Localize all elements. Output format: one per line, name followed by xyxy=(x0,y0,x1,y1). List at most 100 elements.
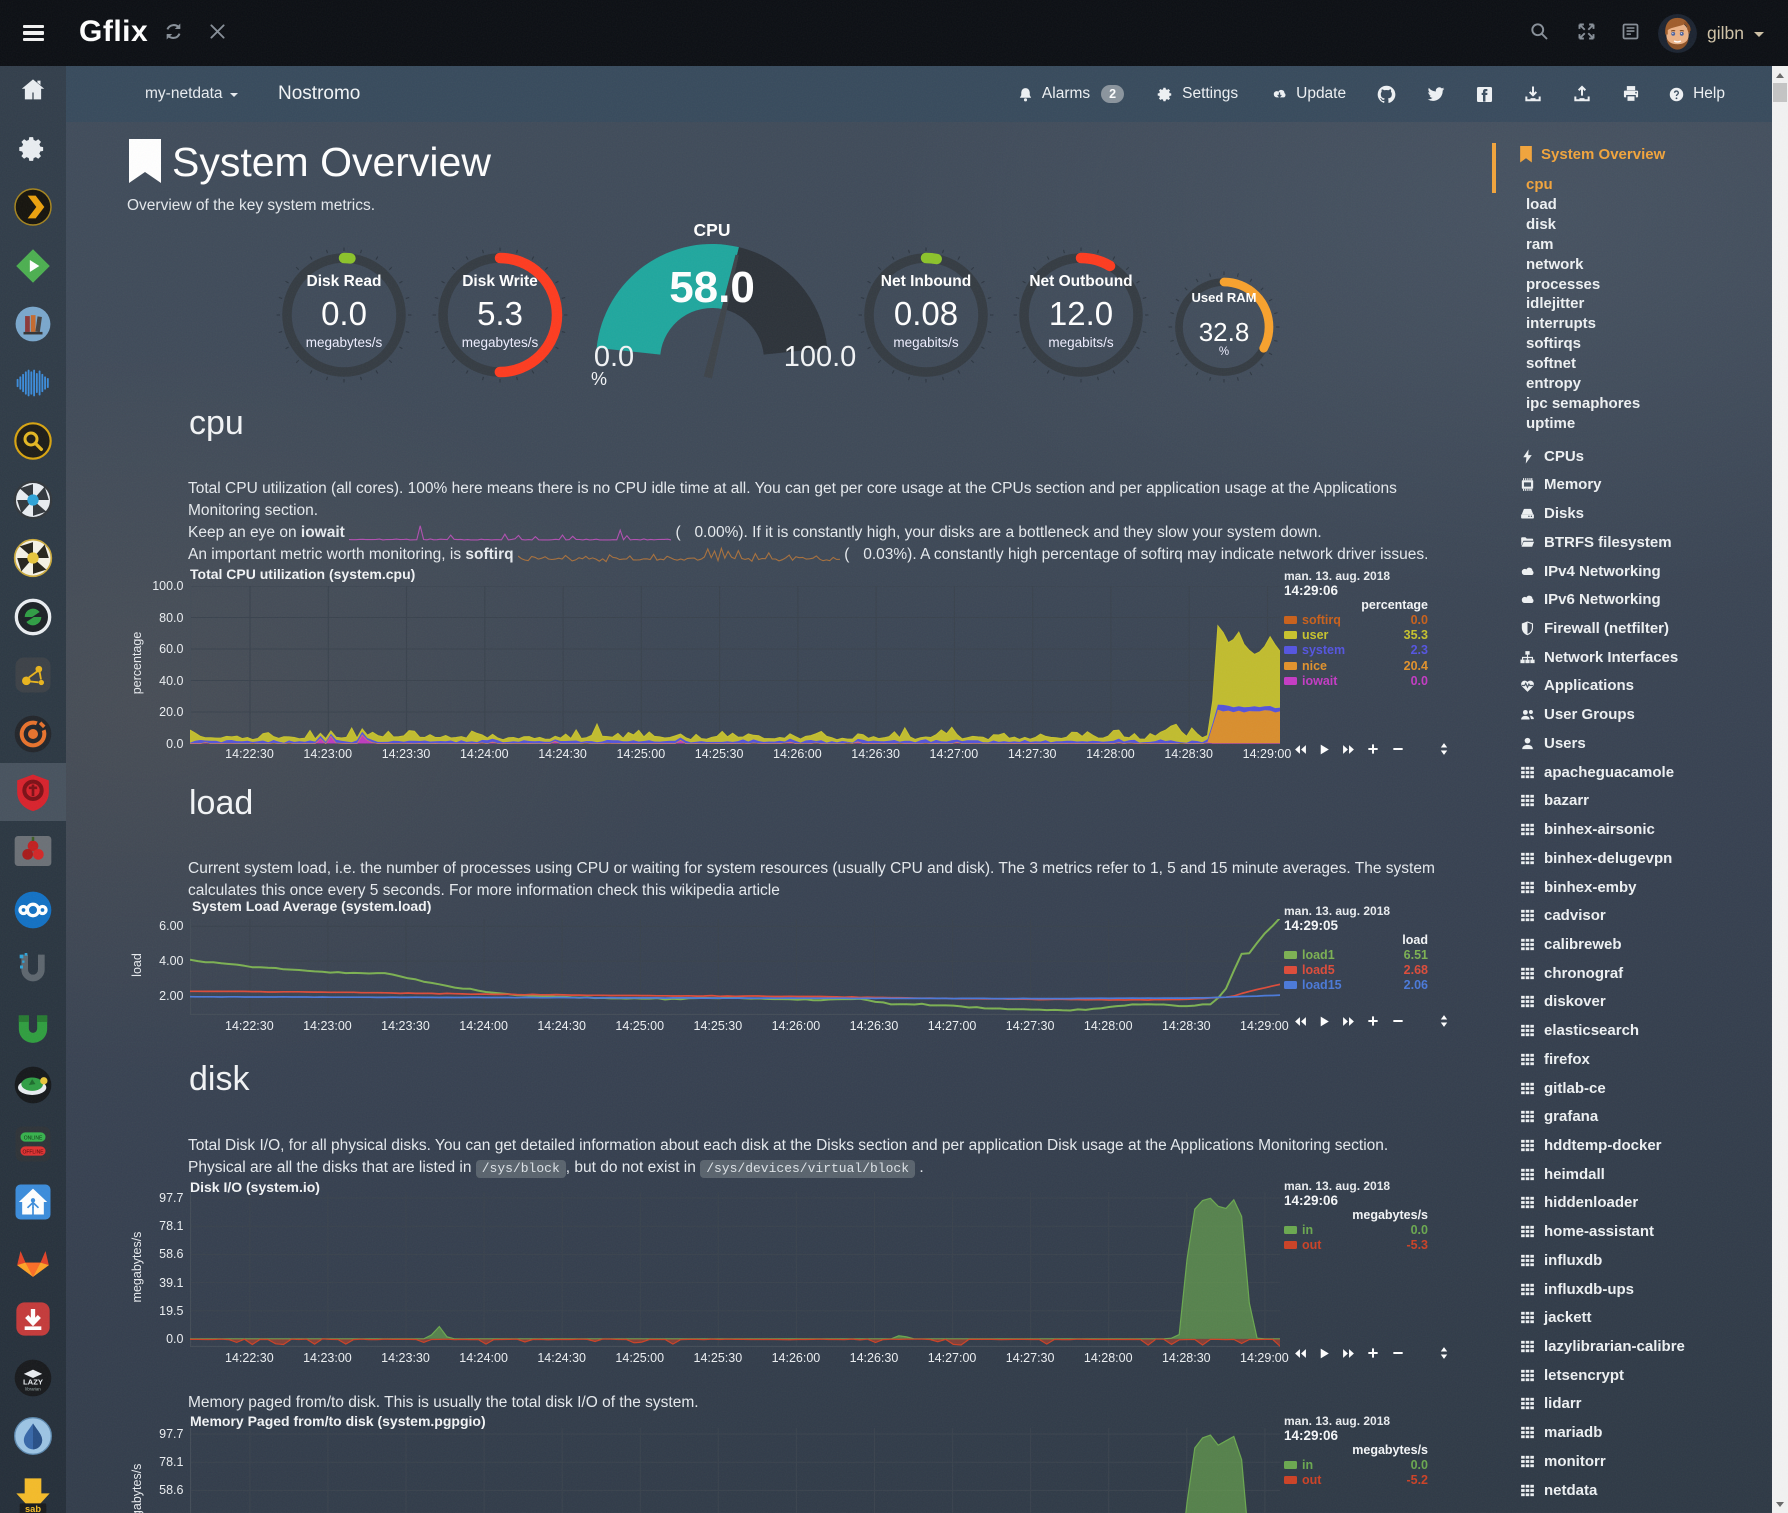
nav-twitter[interactable] xyxy=(1426,84,1446,104)
menu-uptime[interactable]: uptime xyxy=(1526,415,1575,432)
sidebar-item-home[interactable] xyxy=(0,61,66,119)
sidebar-item-airsonic[interactable] xyxy=(0,354,66,412)
gauge-disk-write[interactable]: Disk Write 5.3 megabytes/s xyxy=(430,245,570,385)
menu-ram[interactable]: ram xyxy=(1526,236,1554,253)
menu-hddtemp-docker[interactable]: hddtemp-docker xyxy=(1519,1137,1662,1154)
menu-letsencrypt[interactable]: letsencrypt xyxy=(1519,1367,1624,1384)
menu-memory[interactable]: Memory xyxy=(1519,476,1602,493)
pan-forward-button[interactable] xyxy=(1342,1347,1355,1360)
nav-download-snapshot[interactable] xyxy=(1523,84,1543,104)
menu-grafana[interactable]: grafana xyxy=(1519,1108,1598,1125)
nav-help[interactable]: Help xyxy=(1668,85,1725,103)
sidebar-item-lazylibrarian[interactable]: LAZYlibrarian xyxy=(0,1349,66,1407)
menu-cpus[interactable]: CPUs xyxy=(1519,448,1584,465)
pan-forward-button[interactable] xyxy=(1342,743,1355,756)
legend-series-in[interactable]: in xyxy=(1284,1458,1313,1472)
legend-series-nice[interactable]: nice xyxy=(1284,659,1327,673)
pan-backward-button[interactable] xyxy=(1294,743,1307,756)
menu-user-groups[interactable]: User Groups xyxy=(1519,706,1635,723)
menu-interrupts[interactable]: interrupts xyxy=(1526,315,1596,332)
zoom-out-button[interactable] xyxy=(1391,1346,1405,1360)
menu-netdata[interactable]: netdata xyxy=(1519,1482,1597,1499)
refresh-icon[interactable] xyxy=(163,21,184,42)
menu-disk[interactable]: disk xyxy=(1526,216,1556,233)
scrollbar[interactable] xyxy=(1772,66,1788,1513)
gauge-net-inbound[interactable]: Net Inbound 0.08 megabits/s xyxy=(856,245,996,385)
zoom-in-button[interactable] xyxy=(1366,1346,1380,1360)
legend-series-iowait[interactable]: iowait xyxy=(1284,674,1337,688)
sidebar-item-ubooquity[interactable] xyxy=(0,939,66,997)
legend-series-in[interactable]: in xyxy=(1284,1223,1313,1237)
play-button[interactable] xyxy=(1318,1347,1331,1360)
legend-series-user[interactable]: user xyxy=(1284,628,1328,642)
nav-settings[interactable]: Settings xyxy=(1157,85,1238,103)
menu-elasticsearch[interactable]: elasticsearch xyxy=(1519,1022,1639,1039)
legend-series-load1[interactable]: load1 xyxy=(1284,948,1335,962)
menu-cadvisor[interactable]: cadvisor xyxy=(1519,907,1606,924)
menu-heimdall[interactable]: heimdall xyxy=(1519,1166,1605,1183)
sidebar-item-youtube-dl[interactable] xyxy=(0,1290,66,1348)
menu-gitlab-ce[interactable]: gitlab-ce xyxy=(1519,1080,1606,1097)
hamburger-menu-icon[interactable] xyxy=(23,25,44,42)
plot-system_pgpgio[interactable] xyxy=(190,1428,1281,1513)
pan-backward-button[interactable] xyxy=(1294,1347,1307,1360)
menu-ipv6-networking[interactable]: IPv6 Networking xyxy=(1519,591,1661,608)
menu-btrfs-filesystem[interactable]: BTRFS filesystem xyxy=(1519,534,1672,551)
play-button[interactable] xyxy=(1318,1015,1331,1028)
close-tab-icon[interactable] xyxy=(207,21,228,42)
menu-cpu[interactable]: cpu xyxy=(1526,176,1553,193)
sidebar-item-app-pinwheel-yellow[interactable] xyxy=(0,529,66,587)
sidebar-item-node-graph[interactable] xyxy=(0,646,66,704)
menu-softirqs[interactable]: softirqs xyxy=(1526,335,1581,352)
menu-disks[interactable]: Disks xyxy=(1519,505,1584,522)
menu-binhex-emby[interactable]: binhex-emby xyxy=(1519,879,1637,896)
gauge-net-outbound[interactable]: Net Outbound 12.0 megabits/s xyxy=(1011,245,1151,385)
sidebar-item-home-assistant[interactable] xyxy=(0,1173,66,1231)
legend-series-system[interactable]: system xyxy=(1284,643,1345,657)
menu-firefox[interactable]: firefox xyxy=(1519,1051,1590,1068)
play-button[interactable] xyxy=(1318,743,1331,756)
nav-print[interactable] xyxy=(1621,84,1641,104)
menu-processes[interactable]: processes xyxy=(1526,276,1600,293)
resize-handle[interactable] xyxy=(1437,1346,1451,1360)
sidebar-item-app-pinwheel-blue[interactable] xyxy=(0,471,66,529)
menu-system-overview[interactable]: System Overview xyxy=(1519,146,1665,163)
pan-forward-button[interactable] xyxy=(1342,1015,1355,1028)
legend-series-softirq[interactable]: softirq xyxy=(1284,613,1341,627)
sidebar-item-netdata[interactable] xyxy=(0,763,66,821)
scrollbar-thumb[interactable] xyxy=(1773,83,1787,102)
menu-idlejitter[interactable]: idlejitter xyxy=(1526,295,1584,312)
menu-home-assistant[interactable]: home-assistant xyxy=(1519,1223,1654,1240)
menu-users[interactable]: Users xyxy=(1519,735,1586,752)
sidebar-item-library[interactable] xyxy=(0,295,66,353)
menu-network-interfaces[interactable]: Network Interfaces xyxy=(1519,649,1678,666)
menu-binhex-airsonic[interactable]: binhex-airsonic xyxy=(1519,821,1655,838)
scrollbar-down-arrow[interactable] xyxy=(1772,1496,1788,1512)
search-icon[interactable] xyxy=(1529,21,1550,42)
sidebar-item-nextcloud[interactable] xyxy=(0,881,66,939)
menu-softnet[interactable]: softnet xyxy=(1526,355,1576,372)
sidebar-item-monitorr[interactable]: ONLINEOFFLINE xyxy=(0,1115,66,1173)
nav-alarms[interactable]: Alarms2 xyxy=(1017,85,1124,103)
menu-monitorr[interactable]: monitorr xyxy=(1519,1453,1606,1470)
menu-lidarr[interactable]: lidarr xyxy=(1519,1395,1582,1412)
menu-ipv4-networking[interactable]: IPv4 Networking xyxy=(1519,563,1661,580)
nav-github[interactable] xyxy=(1376,84,1397,105)
menu-chronograf[interactable]: chronograf xyxy=(1519,965,1623,982)
host-dropdown[interactable]: my-netdata xyxy=(145,66,238,122)
sidebar-item-settings[interactable] xyxy=(0,120,66,178)
sidebar-item-glances[interactable] xyxy=(0,588,66,646)
gauge-used-ram[interactable]: Used RAM 32.8 % xyxy=(1166,269,1282,385)
menu-influxdb[interactable]: influxdb xyxy=(1519,1252,1602,1269)
sidebar-item-grafana[interactable] xyxy=(0,705,66,763)
zoom-out-button[interactable] xyxy=(1391,1014,1405,1028)
menu-apacheguacamole[interactable]: apacheguacamole xyxy=(1519,764,1674,781)
sidebar-item-gitlab[interactable] xyxy=(0,1232,66,1290)
resize-handle[interactable] xyxy=(1437,1014,1451,1028)
zoom-out-button[interactable] xyxy=(1391,742,1405,756)
nav-upload-snapshot[interactable] xyxy=(1572,84,1592,104)
plot-system_io[interactable] xyxy=(190,1192,1281,1347)
legend-series-load5[interactable]: load5 xyxy=(1284,963,1335,977)
sidebar-item-jackett[interactable] xyxy=(0,412,66,470)
resize-handle[interactable] xyxy=(1437,742,1451,756)
